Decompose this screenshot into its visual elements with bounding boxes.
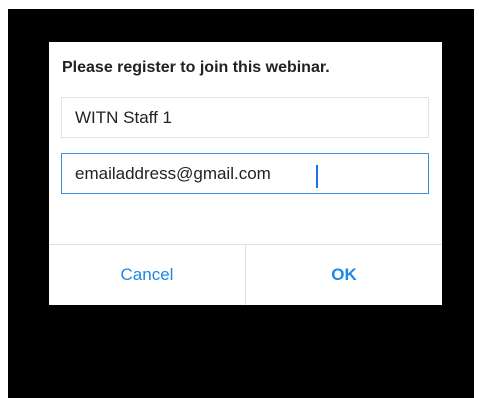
cancel-button[interactable]: Cancel xyxy=(49,245,245,305)
text-cursor xyxy=(316,165,318,188)
email-input[interactable] xyxy=(61,153,429,194)
dialog-title: Please register to join this webinar. xyxy=(62,59,330,76)
ok-button[interactable]: OK xyxy=(246,245,442,305)
name-input[interactable] xyxy=(61,97,429,138)
register-dialog: Please register to join this webinar. Ca… xyxy=(49,42,442,305)
